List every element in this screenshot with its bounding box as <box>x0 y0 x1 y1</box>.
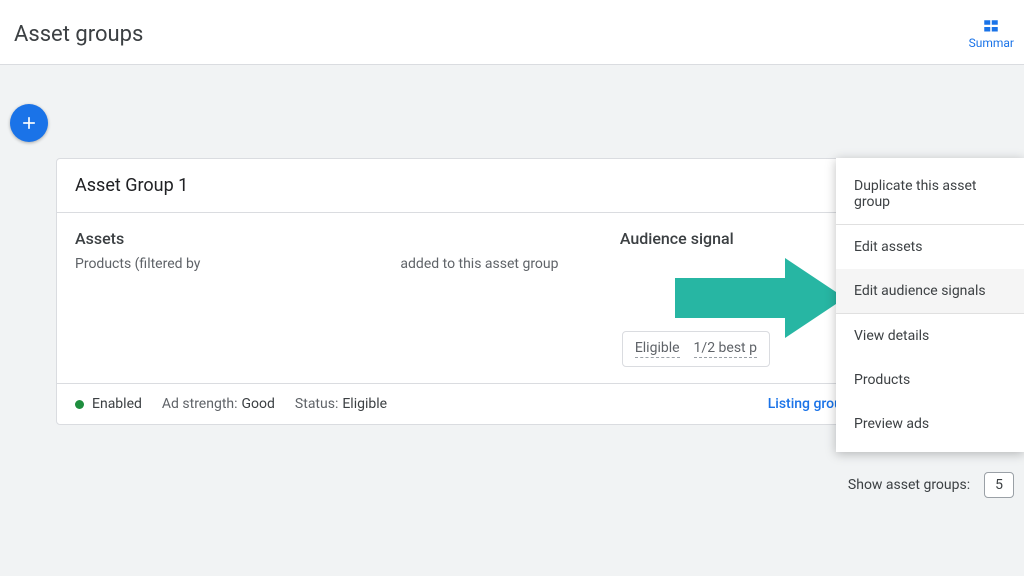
plus-icon <box>19 113 39 133</box>
menu-edit-audience-signals[interactable]: Edit audience signals <box>836 269 1024 313</box>
summary-label: Summar <box>969 36 1014 50</box>
enabled-status: Enabled <box>75 396 142 412</box>
status: Status:Eligible <box>295 396 387 412</box>
page-header: Asset groups Summar <box>0 0 1024 65</box>
asset-group-title: Asset Group 1 <box>75 175 870 196</box>
enabled-label: Enabled <box>92 396 142 412</box>
pager-label: Show asset groups: <box>848 477 970 493</box>
page-title: Asset groups <box>14 22 143 47</box>
ad-strength: Ad strength:Good <box>162 396 275 412</box>
menu-preview-ads[interactable]: Preview ads <box>836 402 1024 446</box>
menu-products[interactable]: Products <box>836 358 1024 402</box>
status-value: Eligible <box>342 396 387 412</box>
add-asset-group-button[interactable] <box>10 104 48 142</box>
menu-view-details[interactable]: View details <box>836 314 1024 358</box>
menu-duplicate[interactable]: Duplicate this asset group <box>836 164 1024 224</box>
ad-strength-label: Ad strength: <box>162 396 238 412</box>
best-practice-label: 1/2 best p <box>694 340 757 358</box>
status-dot-icon <box>75 400 84 409</box>
assets-sub-mid: added to this asset group <box>400 256 558 272</box>
pagination-bar: Show asset groups: 5 <box>56 472 1014 498</box>
asset-group-context-menu: Duplicate this asset group Edit assets E… <box>836 158 1024 452</box>
assets-column: Assets Products (filtered by added to th… <box>75 229 620 361</box>
eligible-label: Eligible <box>635 340 680 358</box>
ad-strength-value: Good <box>242 396 275 412</box>
grid-icon <box>982 18 1000 36</box>
assets-sub-left: Products (filtered by <box>75 256 200 272</box>
assets-heading: Assets <box>75 229 620 248</box>
pager-select[interactable]: 5 <box>984 472 1014 498</box>
menu-edit-assets[interactable]: Edit assets <box>836 225 1024 269</box>
status-label: Status: <box>295 396 338 412</box>
pointer-arrow-annotation <box>675 258 845 338</box>
summary-view-toggle[interactable]: Summar <box>969 18 1014 50</box>
